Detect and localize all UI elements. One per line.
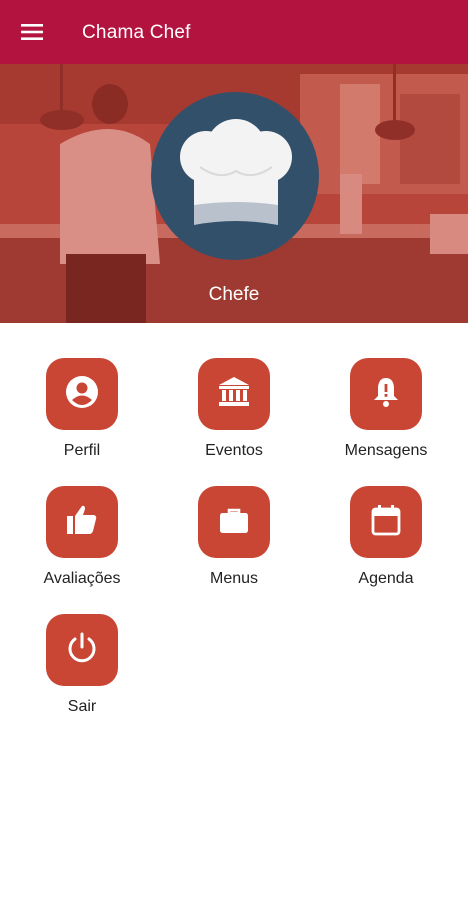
avaliacoes-tile[interactable]: Avaliações xyxy=(22,486,142,588)
mensagens-button[interactable] xyxy=(350,358,422,430)
profile-header: Chefe xyxy=(0,64,468,323)
avaliacoes-button[interactable] xyxy=(46,486,118,558)
calendar-icon xyxy=(368,502,404,543)
eventos-tile[interactable]: Eventos xyxy=(174,358,294,460)
app-title: Chama Chef xyxy=(82,22,191,43)
bell-alert-icon xyxy=(368,374,404,415)
chef-hat-icon xyxy=(170,118,300,234)
hamburger-menu-icon xyxy=(21,24,43,40)
sair-button[interactable] xyxy=(46,614,118,686)
bank-building-icon xyxy=(216,374,252,415)
menus-button[interactable] xyxy=(198,486,270,558)
briefcase-icon xyxy=(216,502,252,543)
hamburger-menu-button[interactable] xyxy=(0,0,64,64)
eventos-button[interactable] xyxy=(198,358,270,430)
menus-label: Menus xyxy=(209,570,259,587)
perfil-tile[interactable]: Perfil xyxy=(22,358,142,460)
mensagens-label: Mensagens xyxy=(344,442,428,459)
avaliacoes-label: Avaliações xyxy=(43,570,121,587)
thumbs-up-icon xyxy=(64,502,100,543)
perfil-button[interactable] xyxy=(46,358,118,430)
mensagens-tile[interactable]: Mensagens xyxy=(326,358,446,460)
sair-label: Sair xyxy=(67,698,97,715)
agenda-button[interactable] xyxy=(350,486,422,558)
perfil-label: Perfil xyxy=(63,442,101,459)
agenda-label: Agenda xyxy=(358,570,414,587)
power-icon xyxy=(64,630,100,671)
profile-name: Chefe xyxy=(208,284,260,305)
app-bar: Chama Chef xyxy=(0,0,468,64)
account-circle-icon xyxy=(64,374,100,415)
chef-avatar[interactable] xyxy=(151,92,319,260)
agenda-tile[interactable]: Agenda xyxy=(326,486,446,588)
sair-tile[interactable]: Sair xyxy=(22,614,142,716)
eventos-label: Eventos xyxy=(205,442,263,459)
menus-tile[interactable]: Menus xyxy=(174,486,294,588)
